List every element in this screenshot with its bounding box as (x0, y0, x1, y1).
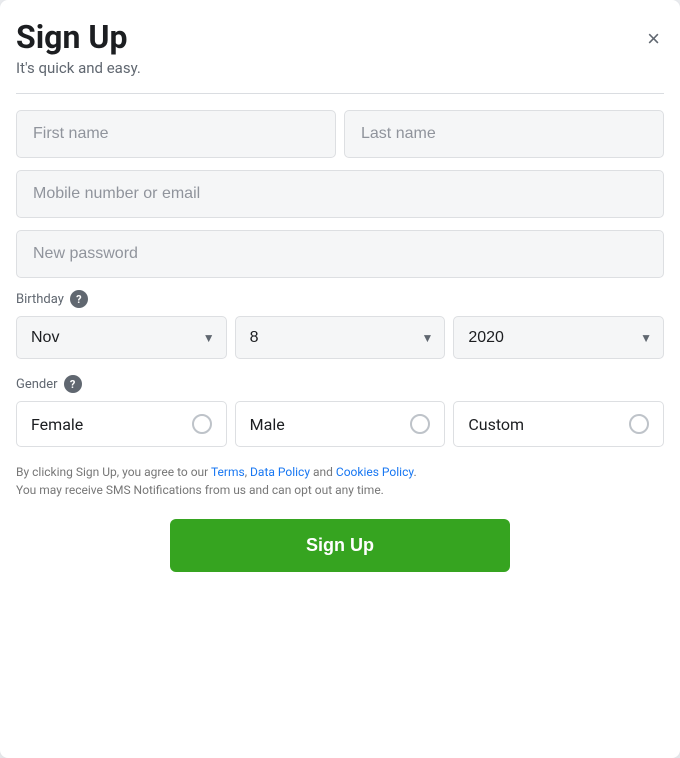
terms-text: By clicking Sign Up, you agree to our Te… (16, 463, 664, 499)
year-select[interactable]: 2020 201920182017 201620152010 200520001… (453, 316, 664, 359)
sms-text: You may receive SMS Notifications from u… (16, 483, 384, 497)
gender-custom-radio[interactable] (629, 414, 649, 434)
gender-help-icon[interactable]: ? (64, 375, 82, 393)
gender-option-custom[interactable]: Custom (453, 401, 664, 447)
password-row (16, 230, 664, 278)
gender-female-radio[interactable] (192, 414, 212, 434)
gender-label-text: Gender (16, 377, 58, 392)
gender-option-male[interactable]: Male (235, 401, 446, 447)
terms-link[interactable]: Terms (211, 465, 245, 479)
first-name-input[interactable] (16, 110, 336, 158)
last-name-input[interactable] (344, 110, 664, 158)
modal-subtitle: It's quick and easy. (16, 59, 664, 77)
month-select[interactable]: Jan Feb Mar Apr May Jun Jul Aug Sep Oct … (16, 316, 227, 359)
mobile-email-row (16, 170, 664, 218)
modal-title: Sign Up (16, 20, 664, 55)
terms-text-before: By clicking Sign Up, you agree to our (16, 465, 211, 479)
gender-custom-label: Custom (468, 415, 524, 434)
close-button[interactable]: × (643, 24, 664, 54)
signup-form: Birthday ? Jan Feb Mar Apr May Jun Jul A… (16, 110, 664, 572)
birthday-selects-row: Jan Feb Mar Apr May Jun Jul Aug Sep Oct … (16, 316, 664, 359)
day-select-wrapper: 1234 5678 9101112 13141516 17181920 2122… (235, 316, 446, 359)
month-select-wrapper: Jan Feb Mar Apr May Jun Jul Aug Sep Oct … (16, 316, 227, 359)
signup-button[interactable]: Sign Up (170, 519, 510, 572)
gender-female-label: Female (31, 415, 83, 434)
terms-period: . (413, 465, 416, 479)
birthday-label-text: Birthday (16, 292, 64, 307)
birthday-help-icon[interactable]: ? (70, 290, 88, 308)
signup-modal: Sign Up It's quick and easy. × Birthday … (0, 0, 680, 758)
data-policy-link[interactable]: Data Policy (250, 465, 310, 479)
gender-option-female[interactable]: Female (16, 401, 227, 447)
name-row (16, 110, 664, 158)
gender-male-radio[interactable] (410, 414, 430, 434)
gender-options-row: Female Male Custom (16, 401, 664, 447)
gender-label-row: Gender ? (16, 375, 664, 393)
gender-male-label: Male (250, 415, 285, 434)
day-select[interactable]: 1234 5678 9101112 13141516 17181920 2122… (235, 316, 446, 359)
terms-separator2: and (310, 465, 336, 479)
year-select-wrapper: 2020 201920182017 201620152010 200520001… (453, 316, 664, 359)
cookies-policy-link[interactable]: Cookies Policy (336, 465, 414, 479)
mobile-email-input[interactable] (16, 170, 664, 218)
password-input[interactable] (16, 230, 664, 278)
birthday-label-row: Birthday ? (16, 290, 664, 308)
modal-header: Sign Up It's quick and easy. × (16, 20, 664, 94)
